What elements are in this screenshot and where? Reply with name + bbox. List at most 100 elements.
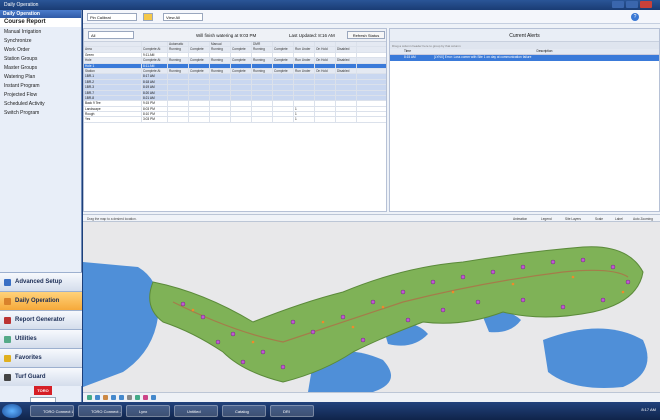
course-map-graphic[interactable] (83, 222, 660, 392)
grid-cell (336, 117, 357, 122)
grid-cell (273, 106, 294, 112)
map-tool-icon[interactable] (87, 395, 92, 400)
grid-cell (336, 63, 357, 68)
grid-cell: Running (210, 68, 231, 74)
sidebar-item-manual-irrigation[interactable]: Manual Irrigation (0, 27, 81, 36)
map-tool-icon[interactable] (135, 395, 140, 400)
filter-select[interactable]: All (88, 31, 134, 39)
map-tool-icon[interactable] (143, 395, 148, 400)
grid-cell (273, 101, 294, 106)
grid-cell: 1BR-3 (84, 85, 142, 90)
grid-cell (210, 79, 231, 85)
sidebar-item-station-groups[interactable]: Station Groups (0, 54, 81, 63)
sidebar-item-projected-flow[interactable]: Projected Flow (0, 90, 81, 99)
maximize-button[interactable] (626, 1, 638, 8)
sidebar-item-switch-program[interactable]: Switch Program (0, 108, 81, 117)
taskbar-item[interactable]: TORO Connect - Si... (78, 405, 122, 417)
table-row[interactable]: Yes 3:03 PM 1 (84, 117, 386, 123)
group-daily-operation[interactable]: Daily Operation (0, 291, 82, 310)
grid-cell: 3:03 PM (142, 117, 168, 122)
grid-cell (336, 95, 357, 101)
sidebar-item-instant-program[interactable]: Instant Program (0, 81, 81, 90)
grid-cell: Complete (189, 68, 210, 74)
sidebar-item-synchronize[interactable]: Synchronize (0, 36, 81, 45)
alerts-col-description[interactable]: Description (432, 49, 657, 54)
grid-cell (252, 85, 273, 90)
grid-cell (231, 117, 252, 122)
course-map[interactable] (83, 222, 660, 392)
grid-cell (189, 79, 210, 85)
grid-cell (336, 85, 357, 90)
star-icon (4, 354, 11, 362)
sidebar-item-master-groups[interactable]: Master Groups (0, 63, 81, 72)
grid-cell (231, 90, 252, 95)
grid-cell (231, 101, 252, 106)
grid-cell: Running (168, 58, 189, 63)
minimize-button[interactable] (612, 1, 624, 8)
group-turf-guard[interactable]: Turf Guard (0, 367, 82, 386)
zoom-in-icon[interactable] (111, 395, 116, 400)
map-option-animation[interactable]: Animation (513, 217, 527, 221)
map-option-label[interactable]: Label (615, 217, 623, 221)
group-favorites[interactable]: Favorites (0, 348, 82, 367)
alert-time: 8:15 AM (404, 55, 416, 59)
grid-cell: Hole (84, 58, 142, 63)
grid-cell: Complete At (142, 58, 168, 63)
sidebar-item-course-report[interactable]: Course Report (0, 18, 81, 27)
group-report-generator[interactable]: Report Generator (0, 310, 82, 329)
map-option-legend[interactable]: Legend (541, 217, 552, 221)
grid-cell (315, 90, 336, 95)
toolbar-select-1[interactable]: Pin Calibrat (87, 13, 137, 21)
grid-cell (231, 85, 252, 90)
grid-cell: Complete (231, 47, 252, 52)
map-tool-icon[interactable] (151, 395, 156, 400)
grid-cell: Landscape (84, 106, 142, 112)
grid-cell (294, 52, 315, 58)
pan-icon[interactable] (127, 395, 132, 400)
grid-cell (252, 63, 273, 68)
sidebar-item-scheduled-activity[interactable]: Scheduled Activity (0, 99, 81, 108)
help-icon[interactable]: ? (631, 13, 639, 21)
grid-cell: Back 9 Tee (84, 101, 142, 106)
start-button[interactable] (2, 404, 22, 418)
grid-cell (294, 42, 315, 47)
grid-cell: 8:17 AM (142, 74, 168, 79)
report-icon (4, 316, 11, 324)
taskbar-item[interactable]: DRI (270, 405, 314, 417)
grid-cell (168, 117, 189, 122)
toolbar: Pin Calibrat View All ? (83, 10, 660, 24)
alerts-col-time[interactable]: Time (402, 49, 432, 54)
grid-cell: 1BR-8 (84, 95, 142, 101)
grid-cell: Station (84, 68, 142, 74)
taskbar-item[interactable]: Catalog (222, 405, 266, 417)
alert-row[interactable]: 8:15 AM [LYNX] Error: Loss comm with Sit… (390, 55, 659, 61)
close-button[interactable] (640, 1, 652, 8)
grid-cell (336, 42, 357, 47)
map-tool-icon[interactable] (103, 395, 108, 400)
taskbar-item[interactable]: Lynx (126, 405, 170, 417)
grid-cell (336, 106, 357, 112)
grid-cell (168, 95, 189, 101)
sidebar-item-watering-plan[interactable]: Watering Plan (0, 72, 81, 81)
grid-cell (315, 63, 336, 68)
grid-cell (210, 117, 231, 122)
grid-cell (210, 63, 231, 68)
map-tool-icon[interactable] (95, 395, 100, 400)
toolbar-select-2[interactable]: View All (163, 13, 203, 21)
sidebar-item-work-order[interactable]: Work Order (0, 45, 81, 54)
grid-cell: Green (84, 52, 142, 58)
map-option-site-layers[interactable]: Site Layers (565, 217, 581, 221)
map-option-scale[interactable]: Scale (595, 217, 603, 221)
map-option-auto-zoom[interactable]: Auto Zooming (633, 217, 653, 221)
warning-icon[interactable] (143, 13, 153, 21)
group-advanced-setup[interactable]: Advanced Setup (0, 272, 82, 291)
grid-cell (294, 90, 315, 95)
zoom-out-icon[interactable] (119, 395, 124, 400)
group-utilities[interactable]: Utilities (0, 329, 82, 348)
taskbar-item[interactable]: Untitled (174, 405, 218, 417)
grid-cell: Hole 1 (84, 63, 142, 68)
taskbar-item[interactable]: TORO Connect Lig... (30, 405, 74, 417)
grid-cell: Yes (84, 117, 142, 122)
gear-icon (4, 278, 11, 286)
refresh-status-button[interactable]: Refresh Status (347, 31, 385, 39)
